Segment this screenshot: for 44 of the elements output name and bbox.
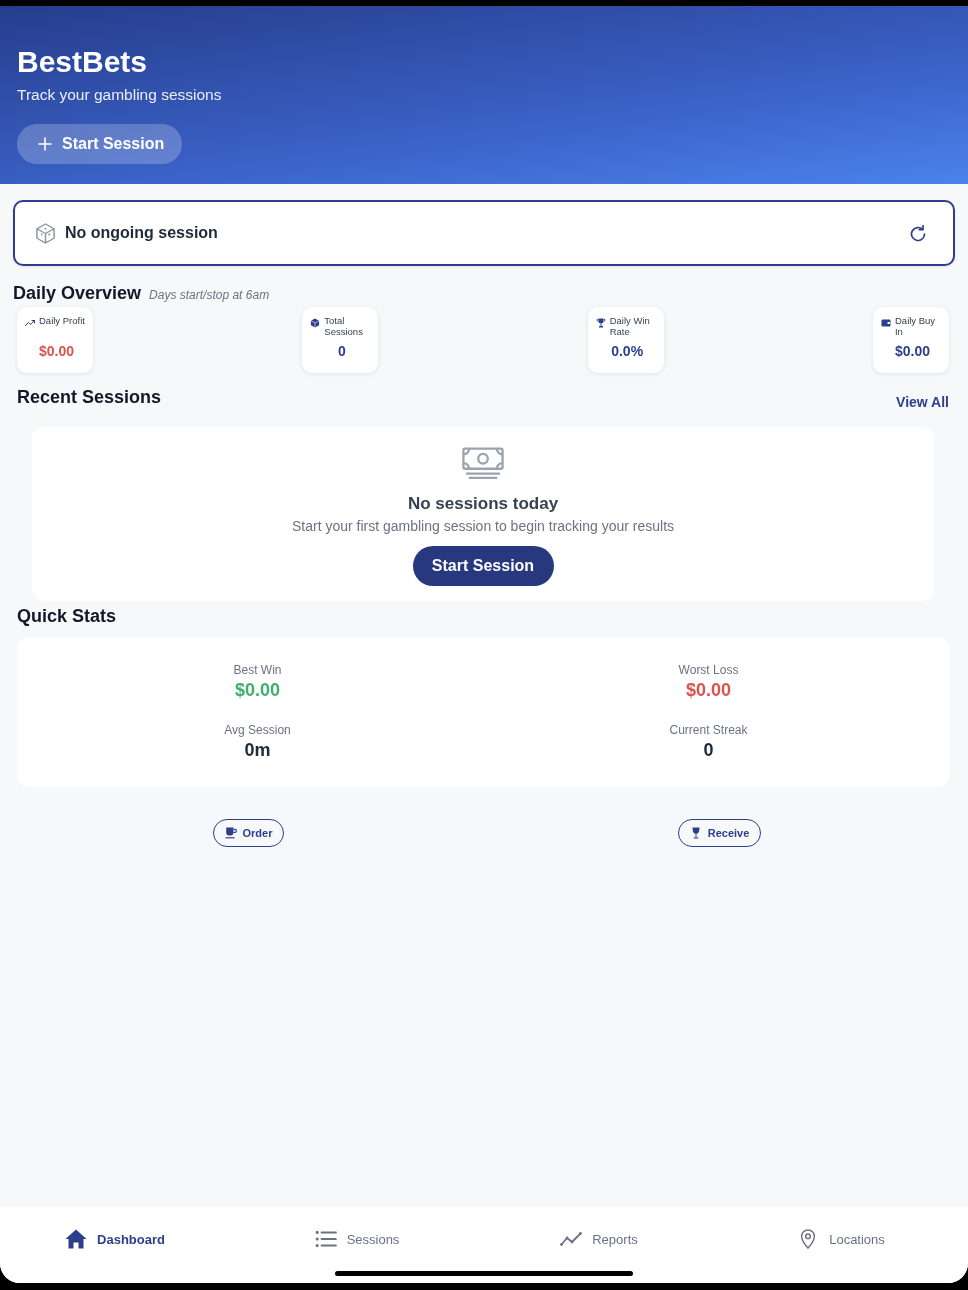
stat-value: 0 xyxy=(336,343,347,360)
wallet-icon xyxy=(881,318,891,328)
trend-up-icon xyxy=(25,318,35,328)
tab-item[interactable]: Reports xyxy=(560,1229,638,1249)
empty-state-title: No sessions today xyxy=(407,493,559,515)
stat-label: Worst Loss xyxy=(678,662,739,678)
line-chart-icon xyxy=(560,1229,583,1249)
list-icon xyxy=(314,1229,337,1249)
section-title: Recent Sessions xyxy=(17,386,162,408)
section-title: Quick Stats xyxy=(17,605,117,627)
stat-label: Daily Win Rate xyxy=(609,315,651,337)
view-all-link[interactable]: View All xyxy=(896,393,949,411)
tab-item[interactable]: Locations xyxy=(797,1229,885,1249)
home-icon xyxy=(65,1229,88,1249)
banknote-icon xyxy=(462,447,504,480)
stat-label: Best Win xyxy=(233,662,282,678)
cup-icon xyxy=(224,827,237,839)
cube-icon xyxy=(36,222,55,244)
section-title: Daily Overview xyxy=(13,282,142,304)
app-title: BestBets xyxy=(17,44,148,80)
stat-value: 0.0% xyxy=(610,343,645,360)
stat-label: Daily Buy In xyxy=(895,315,937,337)
stat-label: Current Streak xyxy=(669,722,748,738)
tab-item[interactable]: Dashboard xyxy=(65,1229,165,1249)
tab-item[interactable]: Sessions xyxy=(314,1229,400,1249)
refresh-icon[interactable] xyxy=(910,224,926,242)
stat-value: $0.00 xyxy=(685,679,731,702)
stat-value: $0.00 xyxy=(893,343,931,360)
session-status-text: No ongoing session xyxy=(65,224,218,242)
start-session-button[interactable]: Start Session xyxy=(17,124,183,164)
plus-icon xyxy=(38,137,52,151)
stat-value: $0.00 xyxy=(234,679,280,702)
stat-label: Total Sessions xyxy=(324,315,364,337)
stat-label: Daily Profit xyxy=(39,315,86,326)
stat-value: 0 xyxy=(703,739,714,762)
trophy-icon xyxy=(595,318,606,328)
empty-state-message: Start your first gambling session to begin tracking your results xyxy=(291,517,675,535)
cube-icon xyxy=(310,318,321,328)
section-note: Days start/stop at 6am xyxy=(149,287,270,304)
start-session-button[interactable]: Start Session xyxy=(412,546,554,586)
stat-value: 0m xyxy=(244,739,271,762)
stat-label: Avg Session xyxy=(224,722,291,738)
app-subtitle: Track your gambling sessions xyxy=(17,85,222,105)
stat-value: $0.00 xyxy=(37,343,75,360)
